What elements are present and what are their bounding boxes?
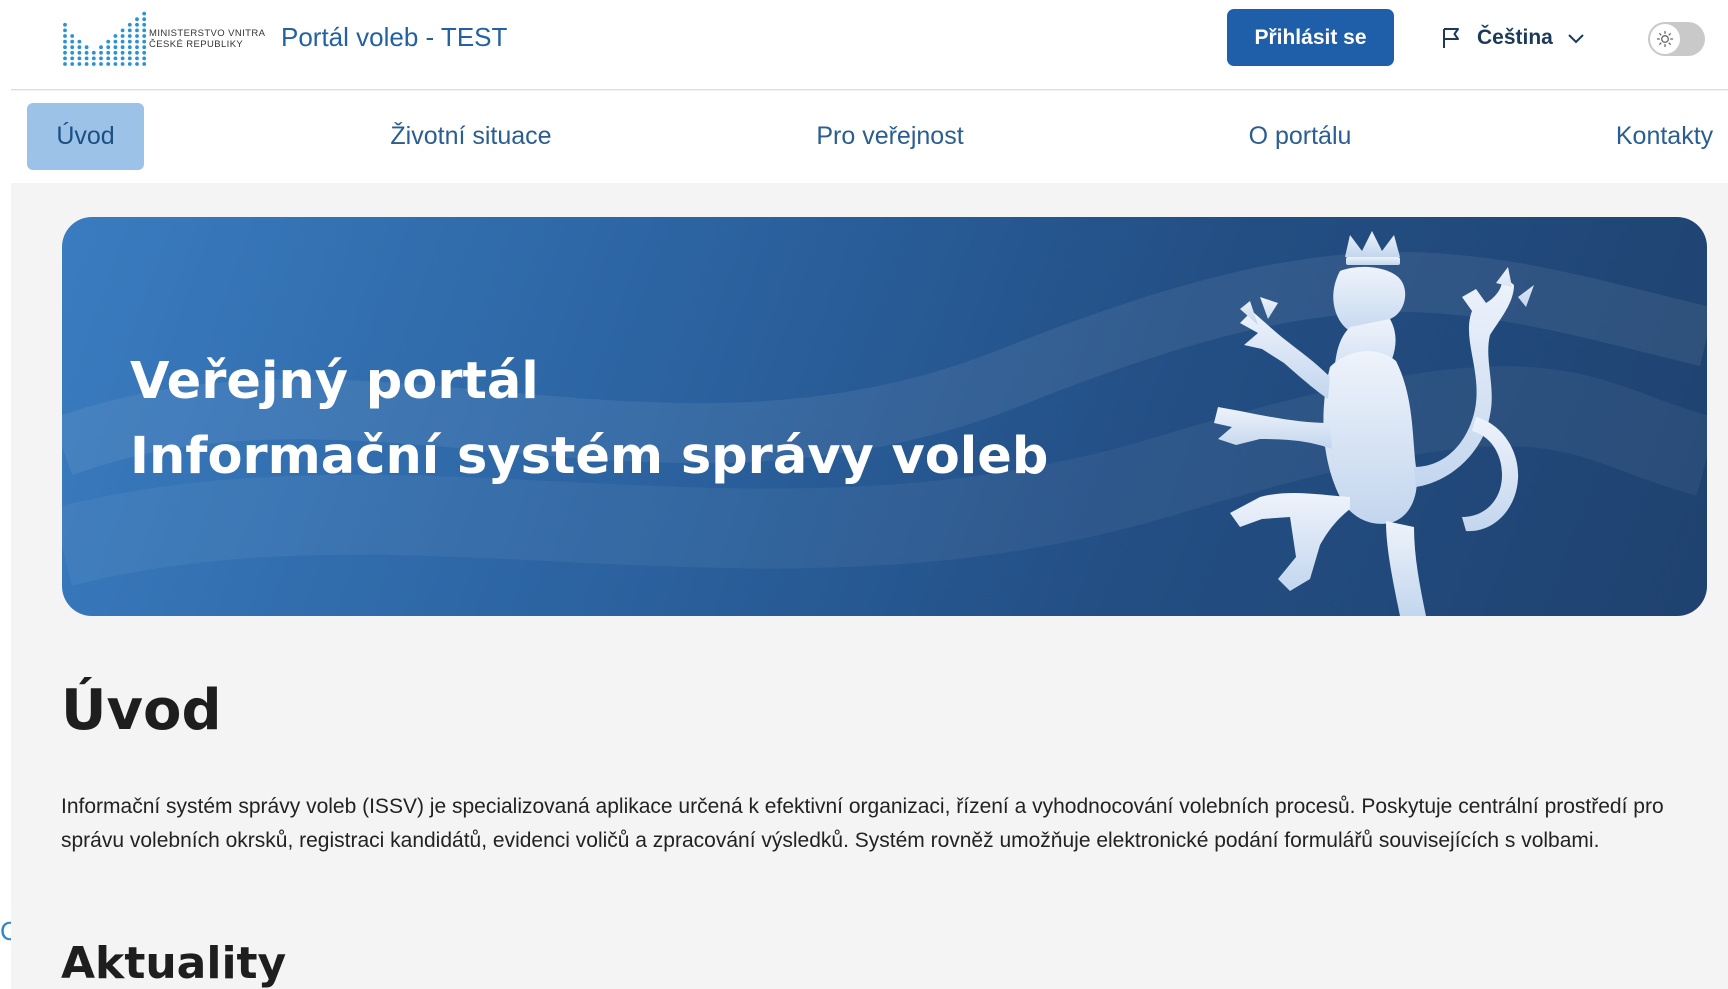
theme-toggle[interactable] <box>1648 22 1705 56</box>
nav-item-pro-verejnost[interactable]: Pro veřejnost <box>807 103 973 170</box>
logo-text-line2: ČESKÉ REPUBLIKY <box>149 39 244 50</box>
nav-item-o-portalu[interactable]: O portálu <box>1232 103 1368 170</box>
nav-item-zivotni-situace[interactable]: Životní situace <box>371 103 571 170</box>
ministry-logo-icon[interactable] <box>61 8 149 68</box>
ministry-logo-text: MINISTERSTVO VNITRA ČESKÉ REPUBLIKY <box>149 28 265 50</box>
login-button[interactable]: Přihlásit se <box>1227 9 1394 66</box>
page: MINISTERSTVO VNITRA ČESKÉ REPUBLIKY Port… <box>11 0 1728 989</box>
hero-title-line1: Veřejný portál <box>130 352 539 411</box>
chevron-down-icon <box>1568 34 1584 44</box>
czech-lion-emblem-icon <box>1214 231 1534 616</box>
hero-title-line2: Informační systém správy voleb <box>130 427 1049 486</box>
flag-icon <box>1443 28 1459 48</box>
language-label: Čeština <box>1477 26 1553 49</box>
toggle-knob <box>1650 24 1680 54</box>
main-nav: Úvod Životní situace Pro veřejnost O por… <box>11 91 1728 183</box>
header: MINISTERSTVO VNITRA ČESKÉ REPUBLIKY Port… <box>11 0 1728 90</box>
hero-title: Veřejný portál Informační systém správy … <box>130 344 1048 494</box>
portal-name[interactable]: Portál voleb - TEST <box>281 22 507 53</box>
intro-paragraph: Informační systém správy voleb (ISSV) je… <box>61 795 1664 852</box>
sun-icon <box>1656 30 1674 48</box>
hero-banner: Veřejný portál Informační systém správy … <box>62 217 1707 616</box>
news-heading: Aktuality <box>61 938 287 989</box>
logo-text-line1: MINISTERSTVO VNITRA <box>149 28 266 39</box>
nav-item-uvod[interactable]: Úvod <box>27 103 144 170</box>
page-title: Úvod <box>61 678 222 743</box>
language-selector[interactable]: Čeština <box>1439 20 1587 56</box>
nav-item-kontakty[interactable]: Kontakty <box>1607 103 1722 170</box>
